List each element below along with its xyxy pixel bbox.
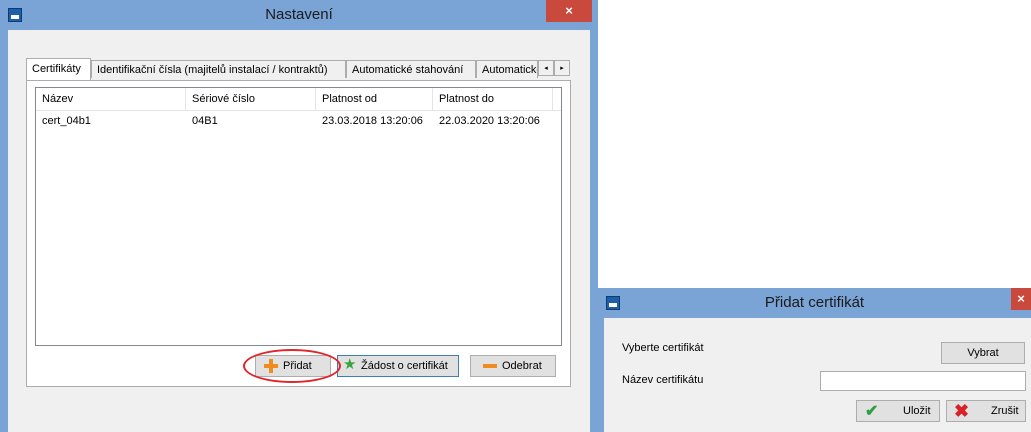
add-certificate-titlebar[interactable]: Přidat certifikát ×	[598, 288, 1031, 318]
certificates-panel: Název Sériové číslo Platnost od Platnost…	[26, 80, 571, 387]
remove-button-label: Odebrat	[502, 360, 542, 372]
window-frame-left	[598, 318, 604, 432]
tab-automatic-truncated[interactable]: Automaticko	[476, 60, 538, 78]
star-icon: ★	[343, 356, 357, 373]
settings-titlebar[interactable]: Nastavení ×	[0, 0, 598, 30]
checkmark-icon: ✔	[865, 403, 879, 420]
column-header-valid-to[interactable]: Platnost do	[433, 88, 553, 110]
close-button[interactable]: ×	[1011, 288, 1031, 310]
request-certificate-button-label: Žádost o certifikát	[361, 360, 448, 372]
list-header: Název Sériové číslo Platnost od Platnost…	[36, 88, 561, 111]
column-header-name[interactable]: Název	[36, 88, 186, 110]
window-frame-right	[590, 30, 598, 432]
tab-scroll-right-icon[interactable]: ▸	[554, 60, 570, 76]
cell-name: cert_04b1	[42, 115, 91, 127]
settings-window: Nastavení × Certifikáty Identifikační čí…	[0, 0, 598, 432]
save-button-label: Uložit	[903, 405, 931, 417]
settings-window-title: Nastavení	[265, 6, 333, 23]
tab-scroll-left-icon[interactable]: ◂	[538, 60, 554, 76]
request-certificate-button[interactable]: ★ Žádost o certifikát	[337, 355, 459, 377]
column-header-serial[interactable]: Sériové číslo	[186, 88, 316, 110]
remove-button[interactable]: Odebrat	[470, 355, 556, 377]
cell-valid-to: 22.03.2020 13:20:06	[439, 115, 540, 127]
tab-automatic-download[interactable]: Automatické stahování	[346, 60, 476, 78]
close-button[interactable]: ×	[546, 0, 592, 22]
minus-icon	[483, 359, 497, 373]
column-header-valid-from[interactable]: Platnost od	[316, 88, 433, 110]
cell-serial: 04B1	[192, 115, 218, 127]
save-button[interactable]: ✔ Uložit	[856, 400, 940, 422]
table-row[interactable]: cert_04b1 04B1 23.03.2018 13:20:06 22.03…	[36, 112, 561, 130]
certificate-list[interactable]: Název Sériové číslo Platnost od Platnost…	[35, 87, 562, 346]
add-certificate-window: Přidat certifikát × Vyberte certifikát V…	[598, 288, 1031, 432]
add-certificate-window-title: Přidat certifikát	[764, 294, 865, 311]
certificate-name-label: Název certifikátu	[622, 374, 704, 386]
x-mark-icon: ✖	[954, 401, 970, 421]
window-frame-left	[0, 30, 8, 432]
cancel-button-label: Zrušit	[991, 405, 1019, 417]
highlight-annotation	[243, 349, 341, 383]
tab-identification-numbers[interactable]: Identifikační čísla (majitelů instalací …	[91, 60, 346, 78]
cell-valid-from: 23.03.2018 13:20:06	[322, 115, 423, 127]
cancel-button[interactable]: ✖ Zrušit	[946, 400, 1026, 422]
tab-certificates[interactable]: Certifikáty	[26, 58, 91, 80]
certificate-name-field[interactable]	[820, 371, 1026, 391]
select-certificate-label: Vyberte certifikát	[622, 342, 704, 354]
select-button[interactable]: Vybrat	[941, 342, 1025, 364]
